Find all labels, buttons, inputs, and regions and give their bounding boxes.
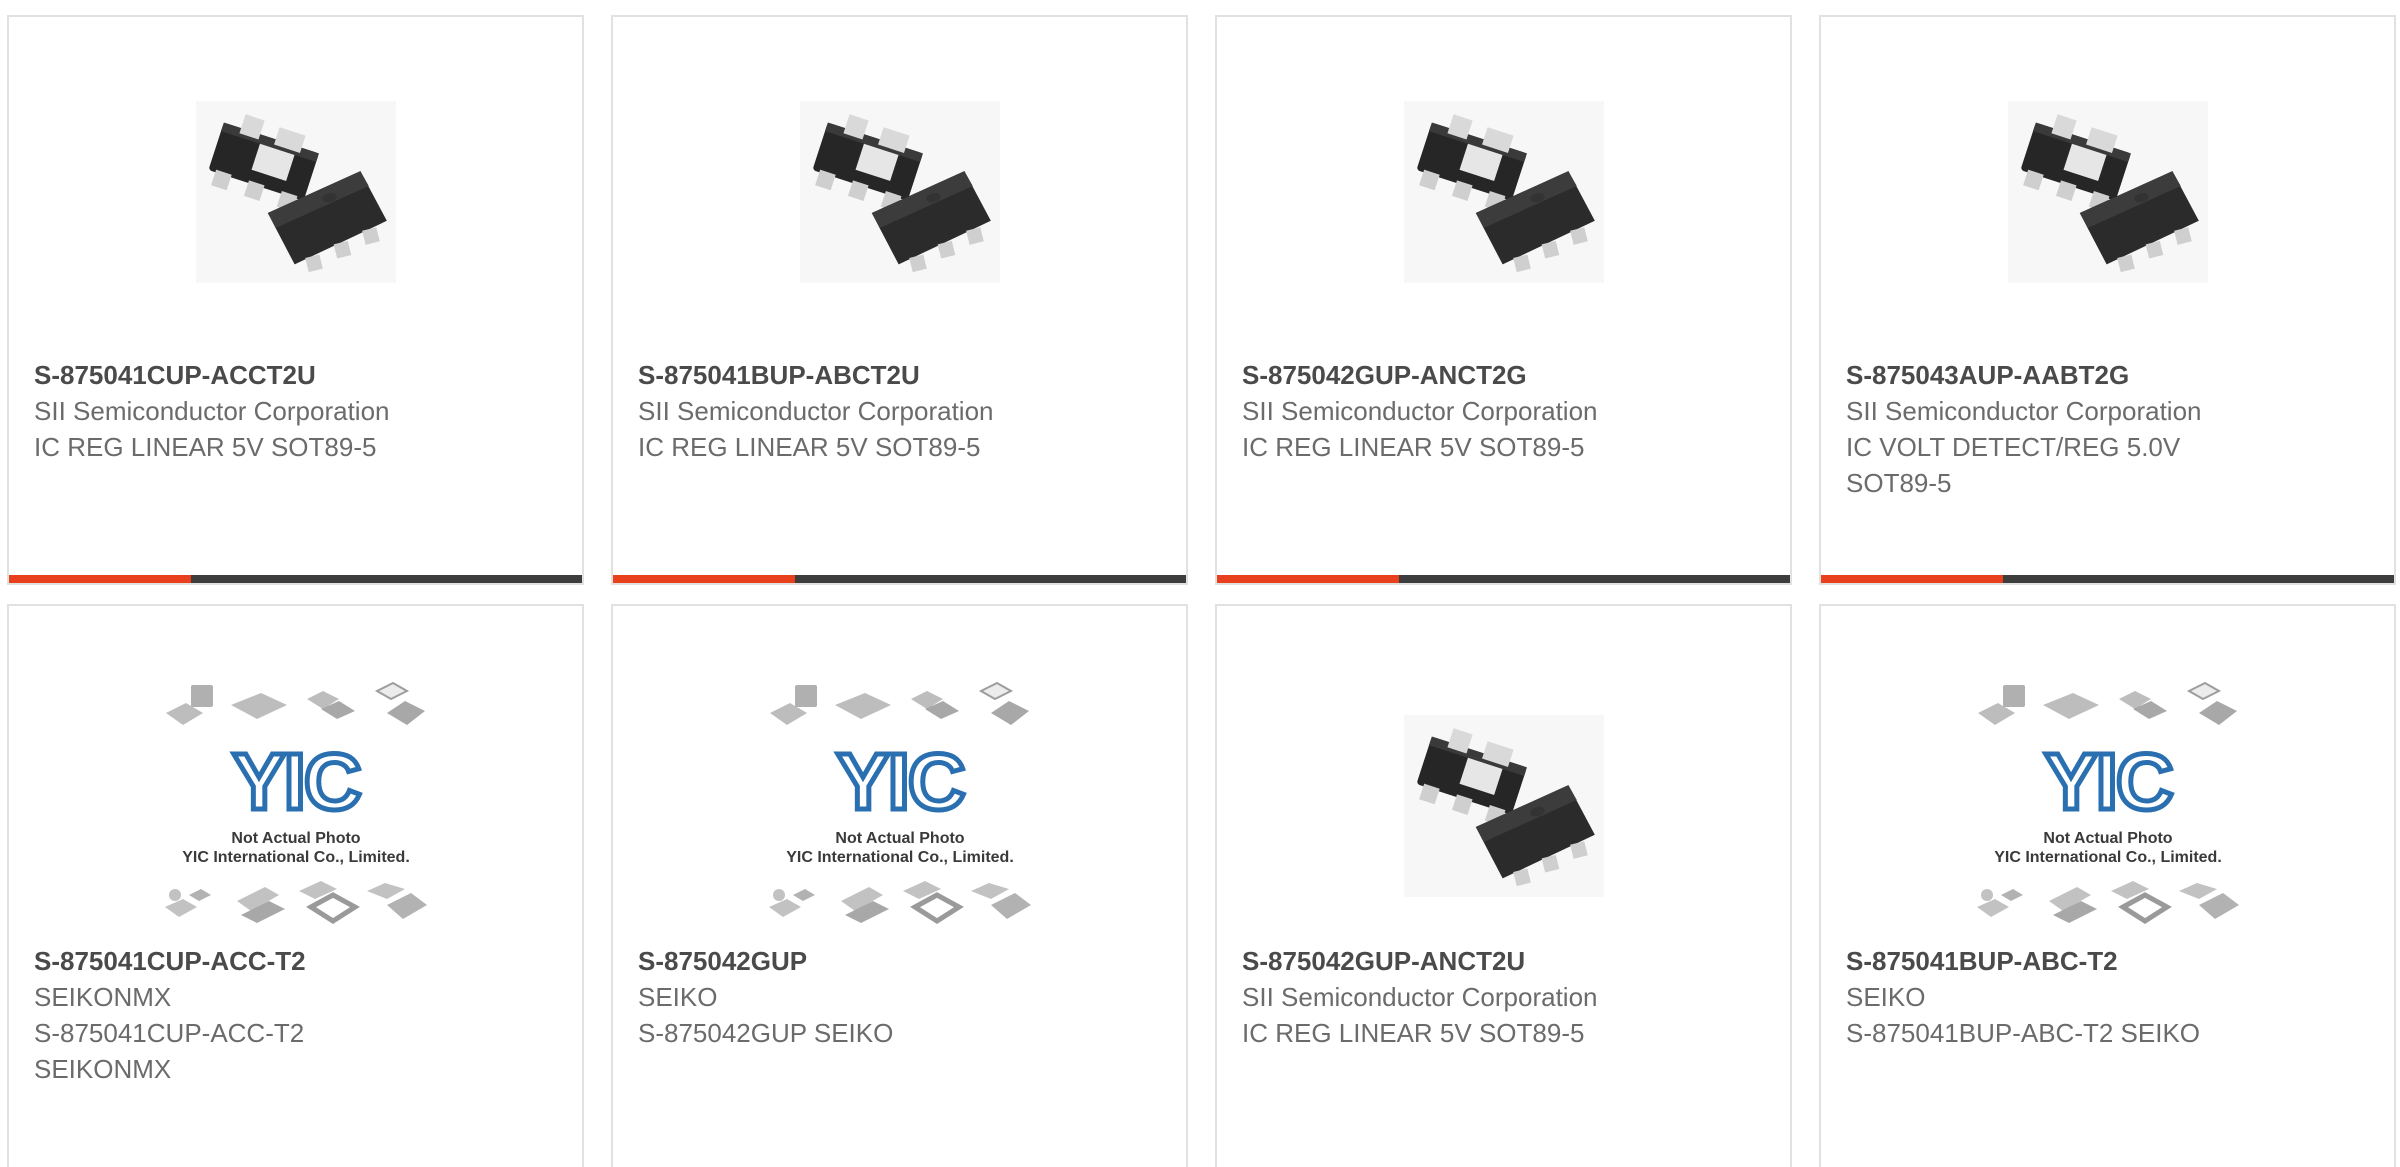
card-accent-bar	[1821, 575, 2394, 583]
product-image[interactable]	[9, 79, 582, 304]
sot89-package-image	[800, 101, 1000, 283]
product-card[interactable]: YIC Not Actual Photo YIC International C…	[7, 604, 584, 1167]
product-card[interactable]: S-875042GUP-ANCT2G SII Semiconductor Cor…	[1215, 15, 1792, 585]
product-info: S-875042GUP-ANCT2U SII Semiconductor Cor…	[1242, 943, 1770, 1051]
description: IC REG LINEAR 5V SOT89-5	[1242, 432, 1585, 462]
part-number-link[interactable]: S-875042GUP-ANCT2G	[1242, 357, 1770, 393]
manufacturer: SII Semiconductor Corporation	[1846, 396, 2202, 426]
part-number-link[interactable]: S-875041BUP-ABC-T2	[1846, 943, 2374, 979]
part-number-link[interactable]: S-875041CUP-ACC-T2	[34, 943, 562, 979]
card-accent-bar	[613, 575, 1186, 583]
part-number-link[interactable]: S-875043AUP-AABT2G	[1846, 357, 2274, 393]
product-card[interactable]: S-875043AUP-AABT2G SII Semiconductor Cor…	[1819, 15, 2396, 585]
accent-segment	[9, 575, 191, 583]
manufacturer: SEIKONMX	[34, 982, 172, 1012]
product-image[interactable]: YIC Not Actual Photo YIC International C…	[613, 681, 1186, 931]
sot89-package-image	[2008, 101, 2208, 283]
accent-segment	[1217, 575, 1399, 583]
description: IC VOLT DETECT/REG 5.0V SOT89-5	[1846, 432, 2181, 498]
product-info: S-875041CUP-ACCT2U SII Semiconductor Cor…	[34, 357, 562, 465]
description: S-875042GUP SEIKO	[638, 1018, 894, 1048]
product-card[interactable]: YIC Not Actual Photo YIC International C…	[1819, 604, 2396, 1167]
card-accent-bar	[9, 575, 582, 583]
manufacturer: SII Semiconductor Corporation	[1242, 396, 1598, 426]
part-number-link[interactable]: S-875041BUP-ABCT2U	[638, 357, 1166, 393]
description: S-875041BUP-ABC-T2 SEIKO	[1846, 1018, 2201, 1048]
accent-segment	[1821, 575, 2003, 583]
part-number-link[interactable]: S-875042GUP	[638, 943, 1166, 979]
product-image[interactable]: YIC Not Actual Photo YIC International C…	[9, 681, 582, 931]
product-grid: S-875041CUP-ACCT2U SII Semiconductor Cor…	[0, 0, 2400, 1167]
svg-text:YIC International Co., Limited: YIC International Co., Limited.	[786, 849, 1014, 866]
not-actual-photo-placeholder: YIC Not Actual Photo YIC International C…	[764, 681, 1035, 931]
product-image[interactable]	[613, 79, 1186, 304]
description: S-875041CUP-ACC-T2 SEIKONMX	[34, 1018, 305, 1084]
sot89-package-image	[1404, 101, 1604, 283]
svg-text:YIC: YIC	[232, 737, 360, 826]
description: IC REG LINEAR 5V SOT89-5	[638, 432, 981, 462]
manufacturer: SEIKO	[1846, 982, 1926, 1012]
product-card[interactable]: YIC Not Actual Photo YIC International C…	[611, 604, 1188, 1167]
manufacturer: SII Semiconductor Corporation	[34, 396, 390, 426]
accent-segment	[613, 575, 795, 583]
svg-text:YIC: YIC	[2044, 737, 2172, 826]
product-card[interactable]: S-875041BUP-ABCT2U SII Semiconductor Cor…	[611, 15, 1188, 585]
product-info: S-875041CUP-ACC-T2 SEIKONMX S-875041CUP-…	[34, 943, 562, 1087]
description: IC REG LINEAR 5V SOT89-5	[1242, 1018, 1585, 1048]
card-accent-bar	[1217, 575, 1790, 583]
product-image[interactable]	[1217, 79, 1790, 304]
manufacturer: SEIKO	[638, 982, 718, 1012]
svg-text:YIC: YIC	[836, 737, 964, 826]
product-info: S-875041BUP-ABCT2U SII Semiconductor Cor…	[638, 357, 1166, 465]
product-card[interactable]: S-875041CUP-ACCT2U SII Semiconductor Cor…	[7, 15, 584, 585]
manufacturer: SII Semiconductor Corporation	[638, 396, 994, 426]
svg-text:YIC International Co., Limited: YIC International Co., Limited.	[1994, 849, 2222, 866]
product-image[interactable]: YIC Not Actual Photo YIC International C…	[1821, 681, 2394, 931]
product-card[interactable]: S-875042GUP-ANCT2U SII Semiconductor Cor…	[1215, 604, 1792, 1167]
sot89-package-image	[196, 101, 396, 283]
description: IC REG LINEAR 5V SOT89-5	[34, 432, 377, 462]
part-number-link[interactable]: S-875041CUP-ACCT2U	[34, 357, 562, 393]
sot89-package-image	[1404, 715, 1604, 897]
not-actual-photo-placeholder: YIC Not Actual Photo YIC International C…	[160, 681, 431, 931]
svg-text:Not Actual Photo: Not Actual Photo	[231, 830, 360, 847]
part-number-link[interactable]: S-875042GUP-ANCT2U	[1242, 943, 1770, 979]
svg-text:YIC International Co., Limited: YIC International Co., Limited.	[182, 849, 410, 866]
product-info: S-875043AUP-AABT2G SII Semiconductor Cor…	[1846, 357, 2274, 501]
product-image[interactable]	[1821, 79, 2394, 304]
manufacturer: SII Semiconductor Corporation	[1242, 982, 1598, 1012]
not-actual-photo-placeholder: YIC Not Actual Photo YIC International C…	[1972, 681, 2243, 931]
product-image[interactable]	[1217, 681, 1790, 931]
product-info: S-875042GUP-ANCT2G SII Semiconductor Cor…	[1242, 357, 1770, 465]
svg-text:Not Actual Photo: Not Actual Photo	[835, 830, 964, 847]
svg-text:Not Actual Photo: Not Actual Photo	[2043, 830, 2172, 847]
product-info: S-875042GUP SEIKO S-875042GUP SEIKO	[638, 943, 1166, 1051]
product-info: S-875041BUP-ABC-T2 SEIKO S-875041BUP-ABC…	[1846, 943, 2374, 1051]
